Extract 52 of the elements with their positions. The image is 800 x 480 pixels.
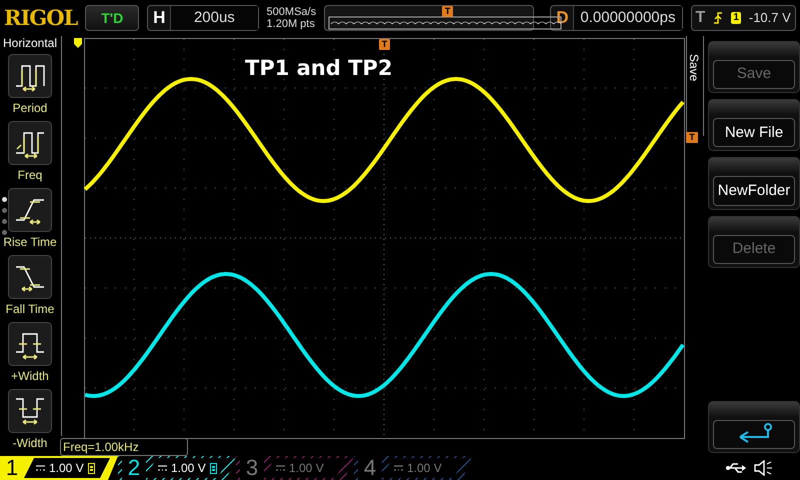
channel-marker-icon (74, 38, 82, 48)
dc-coupling-icon (394, 465, 403, 471)
run-status-button[interactable]: T'D (85, 5, 140, 31)
usb-icon (726, 463, 746, 473)
measure-item-button[interactable]: Freq (0, 121, 61, 182)
bandwidth-icon (210, 462, 217, 474)
measure-item-button[interactable]: Rise Time (0, 188, 61, 249)
trigger-level: -10.7 V (748, 9, 791, 28)
measure-item-button[interactable]: Period (0, 54, 61, 115)
trigger-label: T (696, 8, 706, 28)
timebase-label: H (152, 7, 166, 30)
logo: RIGOL (4, 4, 78, 32)
channel-scale: 1.00 V (407, 460, 442, 477)
rising-edge-icon (713, 11, 724, 25)
channel-tab[interactable]: 4 1.00 V (354, 456, 472, 480)
delay-value: 0.00000000ps (573, 6, 682, 30)
measure-item-button[interactable]: Fall Time (0, 255, 61, 316)
plot-title: TP1 and TP2 (245, 55, 392, 82)
bandwidth-icon (88, 462, 95, 474)
timebase-value: 200us (170, 6, 258, 30)
channel-scale: 1.00 V (49, 460, 84, 477)
pulse-icon (8, 54, 52, 98)
panel-title: Horizontal (2, 36, 58, 51)
sample-rate: 500MSa/s (266, 6, 316, 18)
trigger-position-marker: T (379, 39, 390, 50)
trigger-level-marker: T (686, 132, 698, 143)
dc-coupling-icon (158, 465, 167, 471)
softkey-button[interactable]: NewFolder (708, 157, 800, 210)
channel-scale: 1.00 V (171, 460, 206, 477)
trigger-position-marker: T (442, 6, 454, 17)
channel-tab[interactable]: 2 1.00 V (118, 456, 236, 480)
trigger-source: 1 (731, 12, 741, 24)
pulse-icon (8, 322, 52, 366)
page-dot[interactable] (2, 208, 7, 213)
pulse-icon (8, 389, 52, 433)
dc-coupling-icon (276, 465, 285, 471)
channel-tab[interactable]: 3 1.00 V (236, 456, 354, 480)
page-dot[interactable] (2, 197, 7, 202)
page-dot[interactable] (2, 219, 7, 224)
falling-edge-icon (8, 255, 52, 299)
channel-tab[interactable]: 1 1.00 V (0, 456, 118, 480)
softkey-button[interactable]: New File (708, 99, 800, 152)
page-dot[interactable] (2, 230, 7, 235)
dc-coupling-icon (36, 465, 45, 471)
back-button[interactable] (708, 400, 800, 454)
rising-edge-icon (8, 188, 52, 232)
channel-scale: 1.00 V (289, 460, 324, 477)
pulse-icon (8, 121, 52, 165)
measure-item-button[interactable]: +Width (0, 322, 61, 383)
memory-depth: 1.20M pts (266, 18, 316, 30)
measure-item-button[interactable]: -Width (0, 389, 61, 450)
speaker-icon (754, 460, 772, 476)
